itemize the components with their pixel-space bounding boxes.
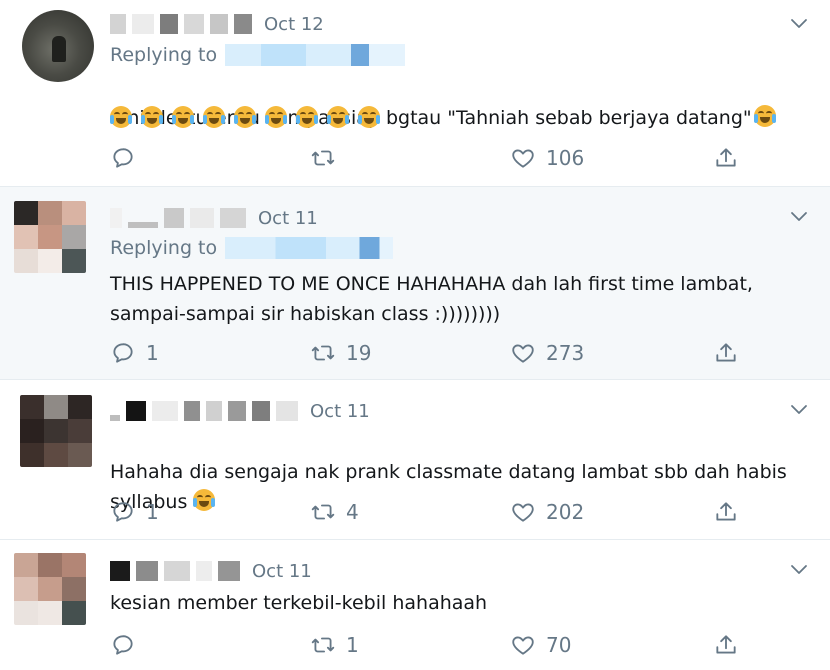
tweet[interactable]: Oct 11 Replying to THIS HAPPENED TO ME O… — [0, 186, 830, 379]
retweet-count: 1 — [346, 633, 359, 657]
tweet[interactable]: Oct 11 kesian member terkebil-kebil haha… — [0, 539, 830, 670]
share-icon — [713, 340, 739, 366]
face-with-tears-of-joy-emoji — [296, 106, 318, 128]
replying-to-label: Replying to — [110, 237, 218, 259]
tweet-text: kesian member terkebil-kebil hahahaah — [110, 592, 488, 614]
avatar[interactable] — [22, 10, 94, 82]
reply-icon — [110, 499, 136, 525]
retweet-icon — [310, 340, 336, 366]
share-button[interactable] — [713, 143, 739, 173]
reply-icon — [110, 145, 136, 171]
reply-button[interactable] — [110, 143, 310, 173]
reply-count: 1 — [146, 500, 159, 524]
face-with-tears-of-joy-emoji — [110, 106, 132, 128]
username-redacted[interactable] — [110, 561, 130, 581]
reply-button[interactable] — [110, 630, 310, 660]
tweet-date[interactable]: Oct 11 — [258, 208, 318, 229]
like-button[interactable]: 202 — [510, 497, 713, 527]
tweet-date[interactable]: Oct 11 — [310, 401, 370, 422]
retweet-button[interactable] — [310, 143, 510, 173]
replying-to-label: Replying to — [110, 44, 218, 66]
face-with-tears-of-joy-emoji — [172, 106, 194, 128]
heart-icon — [510, 340, 536, 366]
like-count: 202 — [546, 500, 585, 524]
heart-icon — [510, 145, 536, 171]
like-button[interactable]: 106 — [510, 143, 713, 173]
tweet-header: Oct 11 — [110, 560, 312, 582]
reply-icon — [110, 632, 136, 658]
username-redacted[interactable] — [110, 14, 126, 34]
like-count: 106 — [546, 146, 585, 170]
tweet[interactable]: Oct 12 Replying to Sinis lecturer tu sam… — [0, 0, 830, 186]
tweet-header: Oct 11 — [110, 400, 370, 422]
face-with-tears-of-joy-emoji — [265, 106, 287, 128]
share-button[interactable] — [713, 338, 739, 368]
share-icon — [713, 499, 739, 525]
face-with-tears-of-joy-emoji — [234, 106, 256, 128]
chevron-down-icon[interactable] — [790, 209, 808, 223]
replying-to: Replying to — [110, 237, 394, 259]
chevron-down-icon[interactable] — [790, 562, 808, 576]
mentioned-user-redacted[interactable] — [225, 237, 394, 259]
tweet-text: THIS HAPPENED TO ME ONCE HAHAHAHA dah la… — [110, 273, 753, 325]
replying-to: Replying to — [110, 44, 406, 66]
share-button[interactable] — [713, 630, 739, 660]
share-icon — [713, 145, 739, 171]
retweet-button[interactable]: 1 — [310, 630, 510, 660]
username-redacted[interactable] — [128, 222, 158, 228]
like-button[interactable]: 70 — [510, 630, 713, 660]
retweet-icon — [310, 632, 336, 658]
retweet-count: 19 — [346, 341, 372, 365]
heart-icon — [510, 632, 536, 658]
emoji-row — [110, 106, 389, 129]
tweet[interactable]: Oct 11 Hahaha dia sengaja nak prank clas… — [0, 379, 830, 539]
face-with-tears-of-joy-emoji — [141, 106, 163, 128]
face-with-tears-of-joy-emoji — [327, 106, 349, 128]
face-with-tears-of-joy-emoji — [203, 106, 225, 128]
retweet-button[interactable]: 19 — [310, 338, 510, 368]
avatar[interactable] — [14, 201, 86, 273]
face-with-tears-of-joy-emoji — [753, 105, 776, 127]
avatar[interactable] — [14, 553, 86, 625]
share-icon — [713, 632, 739, 658]
reply-button[interactable]: 1 — [110, 497, 310, 527]
retweet-icon — [310, 499, 336, 525]
retweet-icon — [310, 145, 336, 171]
retweet-button[interactable]: 4 — [310, 497, 510, 527]
chevron-down-icon[interactable] — [790, 16, 808, 30]
face-with-tears-of-joy-emoji — [358, 106, 380, 128]
mentioned-user-redacted[interactable] — [225, 44, 406, 66]
like-count: 273 — [546, 341, 585, 365]
retweet-count: 4 — [346, 500, 359, 524]
avatar[interactable] — [20, 395, 92, 467]
tweet-date[interactable]: Oct 11 — [252, 561, 312, 582]
tweet-header: Oct 11 — [110, 207, 318, 229]
reply-icon — [110, 340, 136, 366]
reply-button[interactable]: 1 — [110, 338, 310, 368]
tweet-header: Oct 12 — [110, 13, 324, 35]
like-count: 70 — [546, 633, 572, 657]
reply-count: 1 — [146, 341, 159, 365]
chevron-down-icon[interactable] — [790, 402, 808, 416]
username-redacted[interactable] — [126, 401, 146, 421]
heart-icon — [510, 499, 536, 525]
like-button[interactable]: 273 — [510, 338, 713, 368]
share-button[interactable] — [713, 497, 739, 527]
tweet-date[interactable]: Oct 12 — [264, 14, 324, 35]
